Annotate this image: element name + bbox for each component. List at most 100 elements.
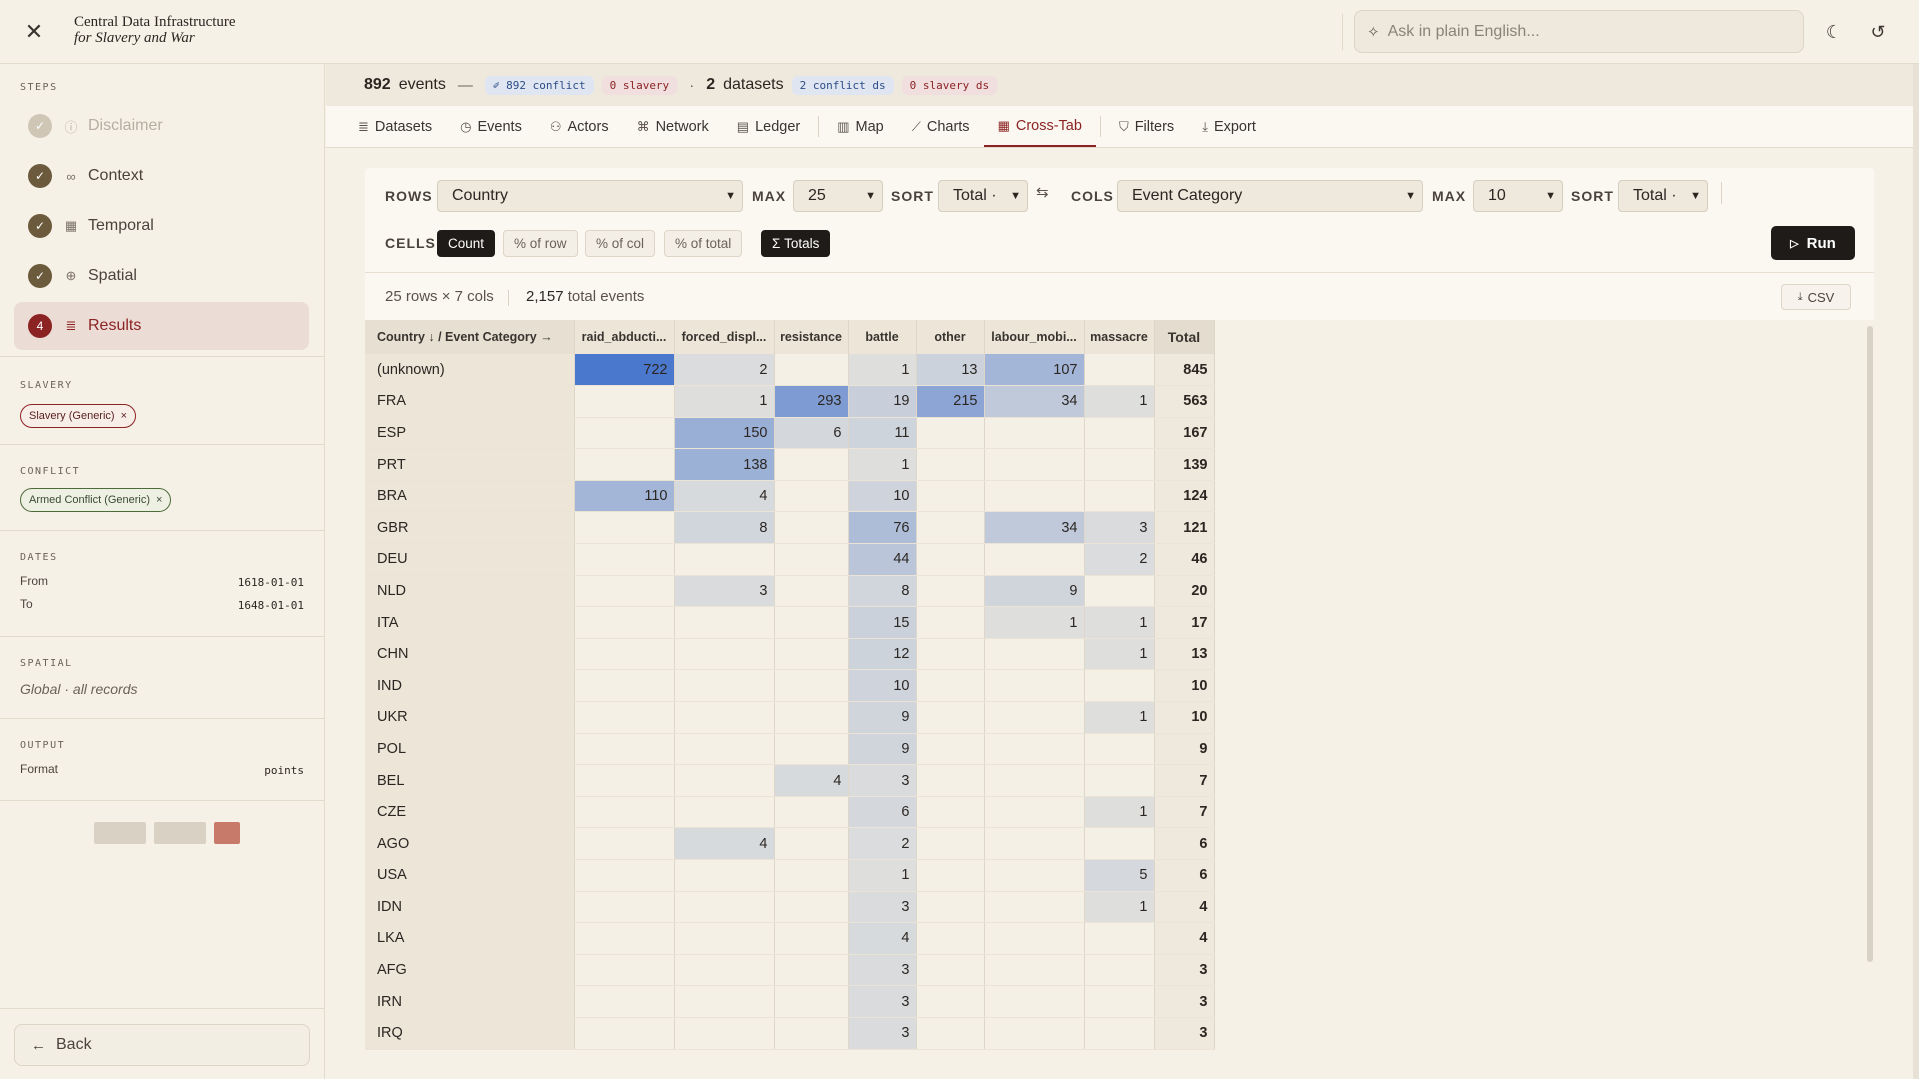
table-cell[interactable] [574, 764, 675, 797]
table-cell[interactable] [984, 448, 1085, 481]
table-cell[interactable]: 19 [848, 385, 917, 418]
cols-sort-select[interactable]: Total · ▼ [1618, 180, 1708, 212]
step-disclaimer[interactable]: ✓ ⓘ Disclaimer [14, 102, 309, 150]
table-cell[interactable] [574, 891, 675, 924]
run-button[interactable]: ▷ Run [1771, 226, 1855, 260]
table-cell[interactable] [574, 954, 675, 987]
table-cell[interactable]: 11 [848, 417, 917, 450]
table-cell[interactable] [674, 922, 775, 955]
table-cell[interactable]: 76 [848, 511, 917, 545]
table-cell[interactable] [674, 669, 775, 703]
table-cell[interactable] [774, 543, 849, 576]
table-cell[interactable] [1084, 669, 1155, 703]
table-cell[interactable] [1084, 575, 1155, 608]
table-cell[interactable]: 3 [848, 1017, 917, 1050]
table-cell[interactable] [674, 796, 775, 829]
table-cell[interactable]: 215 [916, 385, 985, 418]
table-cell[interactable]: 110 [574, 480, 675, 513]
table-cell[interactable]: 1 [1084, 701, 1155, 734]
tab-map[interactable]: ▥ Map [823, 106, 898, 147]
table-cell[interactable]: 9 [984, 575, 1085, 608]
table-cell[interactable] [916, 669, 985, 703]
table-cell[interactable]: 3 [848, 764, 917, 797]
column-header[interactable]: forced_displ... [674, 320, 775, 354]
table-cell[interactable]: 293 [774, 385, 849, 418]
table-cell[interactable] [574, 606, 675, 639]
table-cell[interactable]: 3 [674, 575, 775, 608]
step-results[interactable]: 4 ≣ Results [14, 302, 309, 350]
table-cell[interactable] [916, 480, 985, 513]
table-cell[interactable]: 3 [848, 954, 917, 987]
table-cell[interactable] [916, 796, 985, 829]
table-cell[interactable] [984, 543, 1085, 576]
table-cell[interactable]: 1 [1084, 385, 1155, 418]
table-cell[interactable] [774, 511, 849, 545]
table-cell[interactable] [1084, 764, 1155, 797]
table-cell[interactable] [1084, 733, 1155, 766]
table-cell[interactable] [674, 891, 775, 924]
table-cell[interactable] [774, 669, 849, 703]
ask-input[interactable] [1387, 22, 1788, 41]
back-button[interactable]: ← Back [14, 1024, 310, 1066]
table-cell[interactable] [674, 638, 775, 671]
column-header[interactable]: massacre [1084, 320, 1155, 354]
remove-icon[interactable]: × [156, 494, 162, 506]
column-header[interactable]: labour_mobi... [984, 320, 1085, 354]
table-cell[interactable] [774, 606, 849, 639]
table-cell[interactable] [574, 827, 675, 860]
table-cell[interactable] [916, 448, 985, 481]
table-cell[interactable]: 5 [1084, 859, 1155, 892]
table-cell[interactable] [984, 954, 1085, 987]
table-cell[interactable] [916, 827, 985, 860]
column-header[interactable]: resistance [774, 320, 849, 354]
crosstab-table-container[interactable]: Country ↓ / Event Category → raid_abduct… [365, 320, 1874, 1072]
table-cell[interactable] [774, 922, 849, 955]
table-cell[interactable]: 3 [1084, 511, 1155, 545]
table-cell[interactable] [674, 954, 775, 987]
cell-mode-row-pct[interactable]: % of row [503, 230, 578, 257]
table-cell[interactable] [574, 543, 675, 576]
table-cell[interactable] [984, 796, 1085, 829]
corner-header[interactable]: Country ↓ / Event Category → [365, 320, 575, 354]
table-cell[interactable]: 1 [1084, 638, 1155, 671]
table-cell[interactable]: 9 [848, 701, 917, 734]
table-cell[interactable]: 138 [674, 448, 775, 481]
reset-icon[interactable]: ↺ [1864, 18, 1892, 46]
table-cell[interactable]: 10 [848, 480, 917, 513]
remove-icon[interactable]: × [121, 410, 127, 422]
table-cell[interactable] [916, 1017, 985, 1050]
table-cell[interactable]: 107 [984, 354, 1085, 387]
cell-mode-count[interactable]: Count [437, 230, 496, 257]
table-cell[interactable] [774, 733, 849, 766]
table-cell[interactable] [916, 701, 985, 734]
table-cell[interactable]: 1 [1084, 606, 1155, 639]
table-cell[interactable] [916, 543, 985, 576]
table-cell[interactable] [984, 985, 1085, 1018]
page-scrollbar[interactable] [1913, 64, 1919, 1079]
table-cell[interactable] [774, 985, 849, 1018]
table-cell[interactable] [916, 764, 985, 797]
table-cell[interactable] [984, 764, 1085, 797]
table-cell[interactable] [574, 638, 675, 671]
table-cell[interactable] [984, 922, 1085, 955]
table-cell[interactable]: 1 [1084, 891, 1155, 924]
table-cell[interactable]: 34 [984, 385, 1085, 418]
table-cell[interactable] [674, 985, 775, 1018]
column-header[interactable]: other [916, 320, 985, 354]
table-cell[interactable] [574, 922, 675, 955]
table-cell[interactable] [1084, 448, 1155, 481]
table-cell[interactable] [1084, 954, 1155, 987]
table-cell[interactable] [574, 733, 675, 766]
table-cell[interactable] [774, 859, 849, 892]
table-cell[interactable] [674, 543, 775, 576]
table-scrollbar[interactable] [1867, 326, 1873, 962]
table-cell[interactable]: 2 [674, 354, 775, 387]
table-cell[interactable]: 4 [674, 827, 775, 860]
table-cell[interactable] [674, 1017, 775, 1050]
table-cell[interactable] [574, 669, 675, 703]
tab-charts[interactable]: ⟋ Charts [898, 106, 984, 147]
table-cell[interactable]: 6 [774, 417, 849, 450]
table-cell[interactable]: 1 [848, 448, 917, 481]
table-cell[interactable] [774, 701, 849, 734]
table-cell[interactable]: 722 [574, 354, 675, 387]
